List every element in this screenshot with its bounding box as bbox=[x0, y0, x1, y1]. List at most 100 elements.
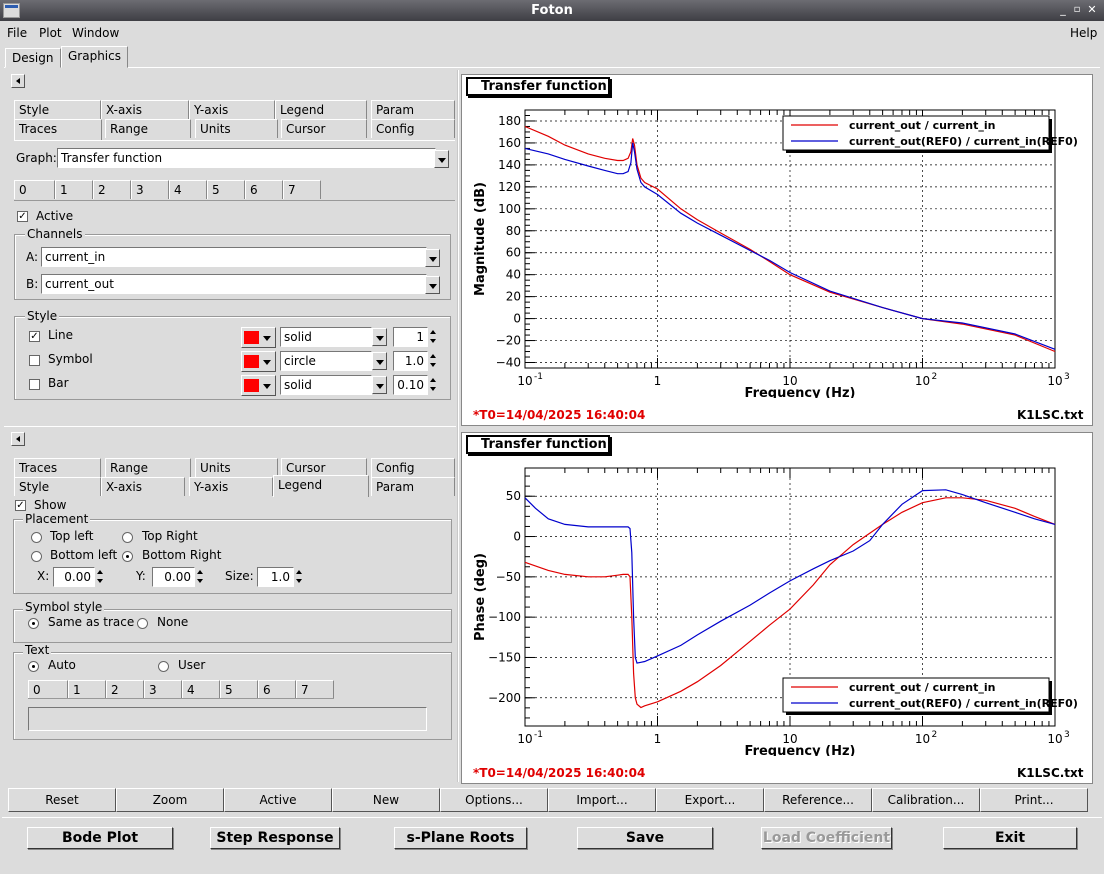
channel-b-input[interactable]: current_out bbox=[41, 274, 427, 294]
legend-x-spinner[interactable] bbox=[95, 567, 106, 587]
trace-tab-4[interactable]: 4 bbox=[169, 180, 207, 199]
text-auto-radio[interactable] bbox=[28, 661, 39, 672]
trace-tab-1[interactable]: 1 bbox=[55, 180, 93, 199]
line-color-picker[interactable] bbox=[241, 327, 276, 348]
bar-style-select[interactable]: solid bbox=[280, 375, 372, 395]
symbol-style-select[interactable]: circle bbox=[280, 351, 372, 371]
tab-units[interactable]: Units bbox=[195, 119, 278, 138]
trace-tab-7[interactable]: 7 bbox=[283, 180, 321, 199]
legend-y-spinner[interactable] bbox=[195, 567, 206, 587]
symbol-color-picker[interactable] bbox=[241, 351, 276, 372]
export-button[interactable]: Export... bbox=[656, 788, 764, 812]
close-icon[interactable]: ✕ bbox=[1086, 4, 1098, 16]
active-checkbox[interactable]: ✓ bbox=[17, 211, 28, 222]
tab-param-2[interactable]: Param bbox=[371, 477, 455, 496]
trace-tab-0[interactable]: 0 bbox=[14, 180, 55, 199]
line-width-input[interactable]: 1 bbox=[393, 327, 428, 347]
tab-style-2[interactable]: Style bbox=[14, 477, 101, 496]
channel-b-dropdown-icon[interactable] bbox=[425, 276, 440, 294]
tab-style[interactable]: Style bbox=[14, 100, 101, 119]
tab-param[interactable]: Param bbox=[371, 100, 455, 119]
text-tab-1[interactable]: 1 bbox=[68, 680, 106, 699]
s-plane-roots-button[interactable]: s-Plane Roots bbox=[394, 827, 527, 849]
tab-config[interactable]: Config bbox=[371, 119, 455, 138]
calibration-button[interactable]: Calibration... bbox=[872, 788, 980, 812]
bar-style-dropdown-icon[interactable] bbox=[372, 376, 387, 394]
symbol-checkbox[interactable] bbox=[29, 355, 40, 366]
reset-button[interactable]: Reset bbox=[8, 788, 116, 812]
bottom-left-radio[interactable] bbox=[31, 551, 42, 562]
channel-a-dropdown-icon[interactable] bbox=[425, 249, 440, 267]
tab-range[interactable]: Range bbox=[105, 119, 191, 138]
tab-units-2[interactable]: Units bbox=[195, 458, 278, 477]
tab-x-axis-2[interactable]: X-axis bbox=[101, 477, 185, 496]
reference-button[interactable]: Reference... bbox=[764, 788, 872, 812]
bar-width-spinner[interactable] bbox=[428, 375, 439, 395]
text-tab-6[interactable]: 6 bbox=[258, 680, 296, 699]
tab-traces[interactable]: Traces bbox=[14, 119, 102, 141]
magnitude-chart[interactable]: 10 -1 1 10 10 2 10 3−40−20020406080100120140160… bbox=[462, 98, 1092, 398]
tab-legend-2[interactable]: Legend bbox=[273, 475, 369, 497]
text-tab-0[interactable]: 0 bbox=[28, 680, 68, 699]
line-checkbox[interactable]: ✓ bbox=[29, 331, 40, 342]
print-button[interactable]: Print... bbox=[980, 788, 1088, 812]
menu-window[interactable]: Window bbox=[72, 22, 119, 44]
line-style-dropdown-icon[interactable] bbox=[372, 328, 387, 346]
collapse-arrow-button-2[interactable] bbox=[11, 432, 25, 446]
trace-tab-2[interactable]: 2 bbox=[93, 180, 131, 199]
window-menu-icon[interactable] bbox=[3, 3, 20, 18]
legend-x-input[interactable]: 0.00 bbox=[53, 567, 95, 587]
tab-x-axis[interactable]: X-axis bbox=[101, 100, 189, 119]
trace-tab-3[interactable]: 3 bbox=[131, 180, 169, 199]
same-as-trace-radio[interactable] bbox=[28, 618, 39, 629]
import-button[interactable]: Import... bbox=[548, 788, 656, 812]
tab-legend[interactable]: Legend bbox=[275, 100, 367, 119]
trace-tab-6[interactable]: 6 bbox=[245, 180, 283, 199]
tab-traces-2[interactable]: Traces bbox=[14, 458, 101, 477]
bar-color-picker[interactable] bbox=[241, 375, 276, 396]
tab-range-2[interactable]: Range bbox=[105, 458, 191, 477]
text-tab-5[interactable]: 5 bbox=[220, 680, 258, 699]
text-tab-4[interactable]: 4 bbox=[182, 680, 220, 699]
bottom-right-radio[interactable] bbox=[122, 551, 133, 562]
bar-width-input[interactable]: 0.10 bbox=[393, 375, 428, 395]
channel-a-input[interactable]: current_in bbox=[41, 247, 427, 267]
text-tab-3[interactable]: 3 bbox=[144, 680, 182, 699]
symbol-size-input[interactable]: 1.0 bbox=[393, 351, 428, 371]
bar-checkbox[interactable] bbox=[29, 379, 40, 390]
show-checkbox[interactable]: ✓ bbox=[15, 500, 26, 511]
text-user-radio[interactable] bbox=[158, 661, 169, 672]
top-left-radio[interactable] bbox=[31, 532, 42, 543]
zoom-button[interactable]: Zoom bbox=[116, 788, 224, 812]
text-tab-2[interactable]: 2 bbox=[106, 680, 144, 699]
symbol-size-spinner[interactable] bbox=[428, 351, 439, 371]
minimize-icon[interactable]: _ bbox=[1057, 4, 1069, 16]
top-right-radio[interactable] bbox=[122, 532, 133, 543]
step-response-button[interactable]: Step Response bbox=[210, 827, 340, 849]
menu-help[interactable]: Help bbox=[1070, 22, 1097, 44]
symbol-style-dropdown-icon[interactable] bbox=[372, 352, 387, 370]
collapse-arrow-button[interactable] bbox=[11, 74, 25, 88]
graph-select[interactable]: Transfer function bbox=[57, 148, 436, 168]
symbol-none-radio[interactable] bbox=[137, 618, 148, 629]
tab-design[interactable]: Design bbox=[5, 48, 61, 68]
bode-plot-button[interactable]: Bode Plot bbox=[27, 827, 173, 849]
tab-config-2[interactable]: Config bbox=[371, 458, 455, 477]
line-width-spinner[interactable] bbox=[428, 327, 439, 347]
active-button[interactable]: Active bbox=[224, 788, 332, 812]
save-button[interactable]: Save bbox=[577, 827, 713, 849]
window-titlebar[interactable]: Foton bbox=[0, 0, 1104, 21]
tab-cursor[interactable]: Cursor bbox=[281, 119, 367, 138]
graph-dropdown-icon[interactable] bbox=[434, 150, 449, 168]
options-button[interactable]: Options... bbox=[440, 788, 548, 812]
legend-y-input[interactable]: 0.00 bbox=[152, 567, 195, 587]
new-button[interactable]: New bbox=[332, 788, 440, 812]
phase-chart[interactable]: 10 -1 1 10 10 2 10 3−200−150−100−50050Frequency… bbox=[462, 456, 1092, 756]
menu-plot[interactable]: Plot bbox=[39, 22, 62, 44]
tab-y-axis-2[interactable]: Y-axis bbox=[189, 477, 273, 496]
legend-size-input[interactable]: 1.0 bbox=[257, 567, 294, 587]
tab-graphics[interactable]: Graphics bbox=[61, 46, 128, 68]
menu-file[interactable]: File bbox=[7, 22, 27, 44]
load-coefficient-button[interactable]: Load Coefficient bbox=[761, 827, 892, 849]
maximize-icon[interactable]: ▫ bbox=[1071, 4, 1083, 16]
